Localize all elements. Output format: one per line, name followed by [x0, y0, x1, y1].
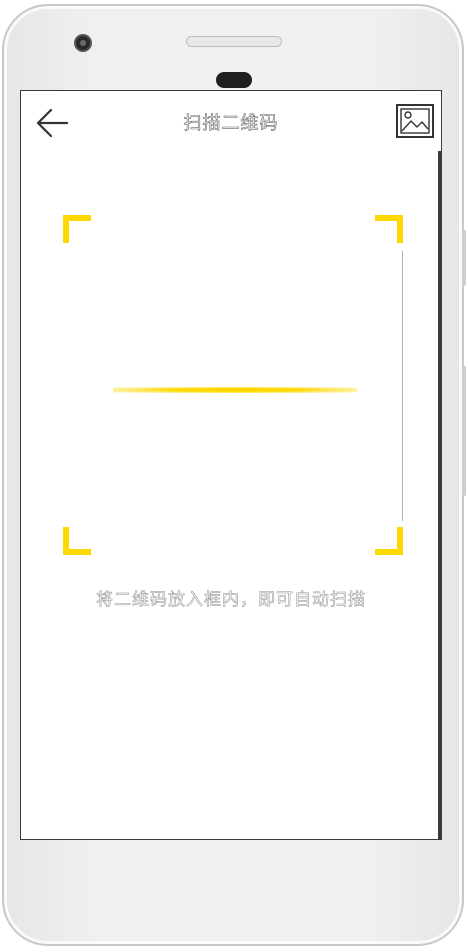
- scan-frame-edge: [402, 251, 403, 521]
- page-title: 扫描二维码: [183, 113, 279, 135]
- image-icon: [396, 104, 434, 138]
- volume-button: [462, 230, 466, 286]
- scan-hint: 将二维码放入框内，即可自动扫描: [96, 590, 366, 611]
- earpiece-speaker: [186, 36, 282, 47]
- gallery-button[interactable]: [395, 101, 435, 141]
- corner-top-right: [375, 215, 403, 243]
- scan-frame: [63, 215, 403, 555]
- corner-top-left: [63, 215, 91, 243]
- top-bar: 扫描二维码: [21, 91, 441, 151]
- proximity-sensor: [216, 72, 252, 88]
- app-screen: 扫描二维码 将二维码放入框内，即可自动扫描: [20, 90, 442, 840]
- corner-bottom-right: [375, 527, 403, 555]
- power-button: [462, 366, 466, 496]
- scrollbar[interactable]: [438, 151, 441, 839]
- front-camera: [74, 34, 92, 52]
- corner-bottom-left: [63, 527, 91, 555]
- scan-line: [113, 387, 357, 393]
